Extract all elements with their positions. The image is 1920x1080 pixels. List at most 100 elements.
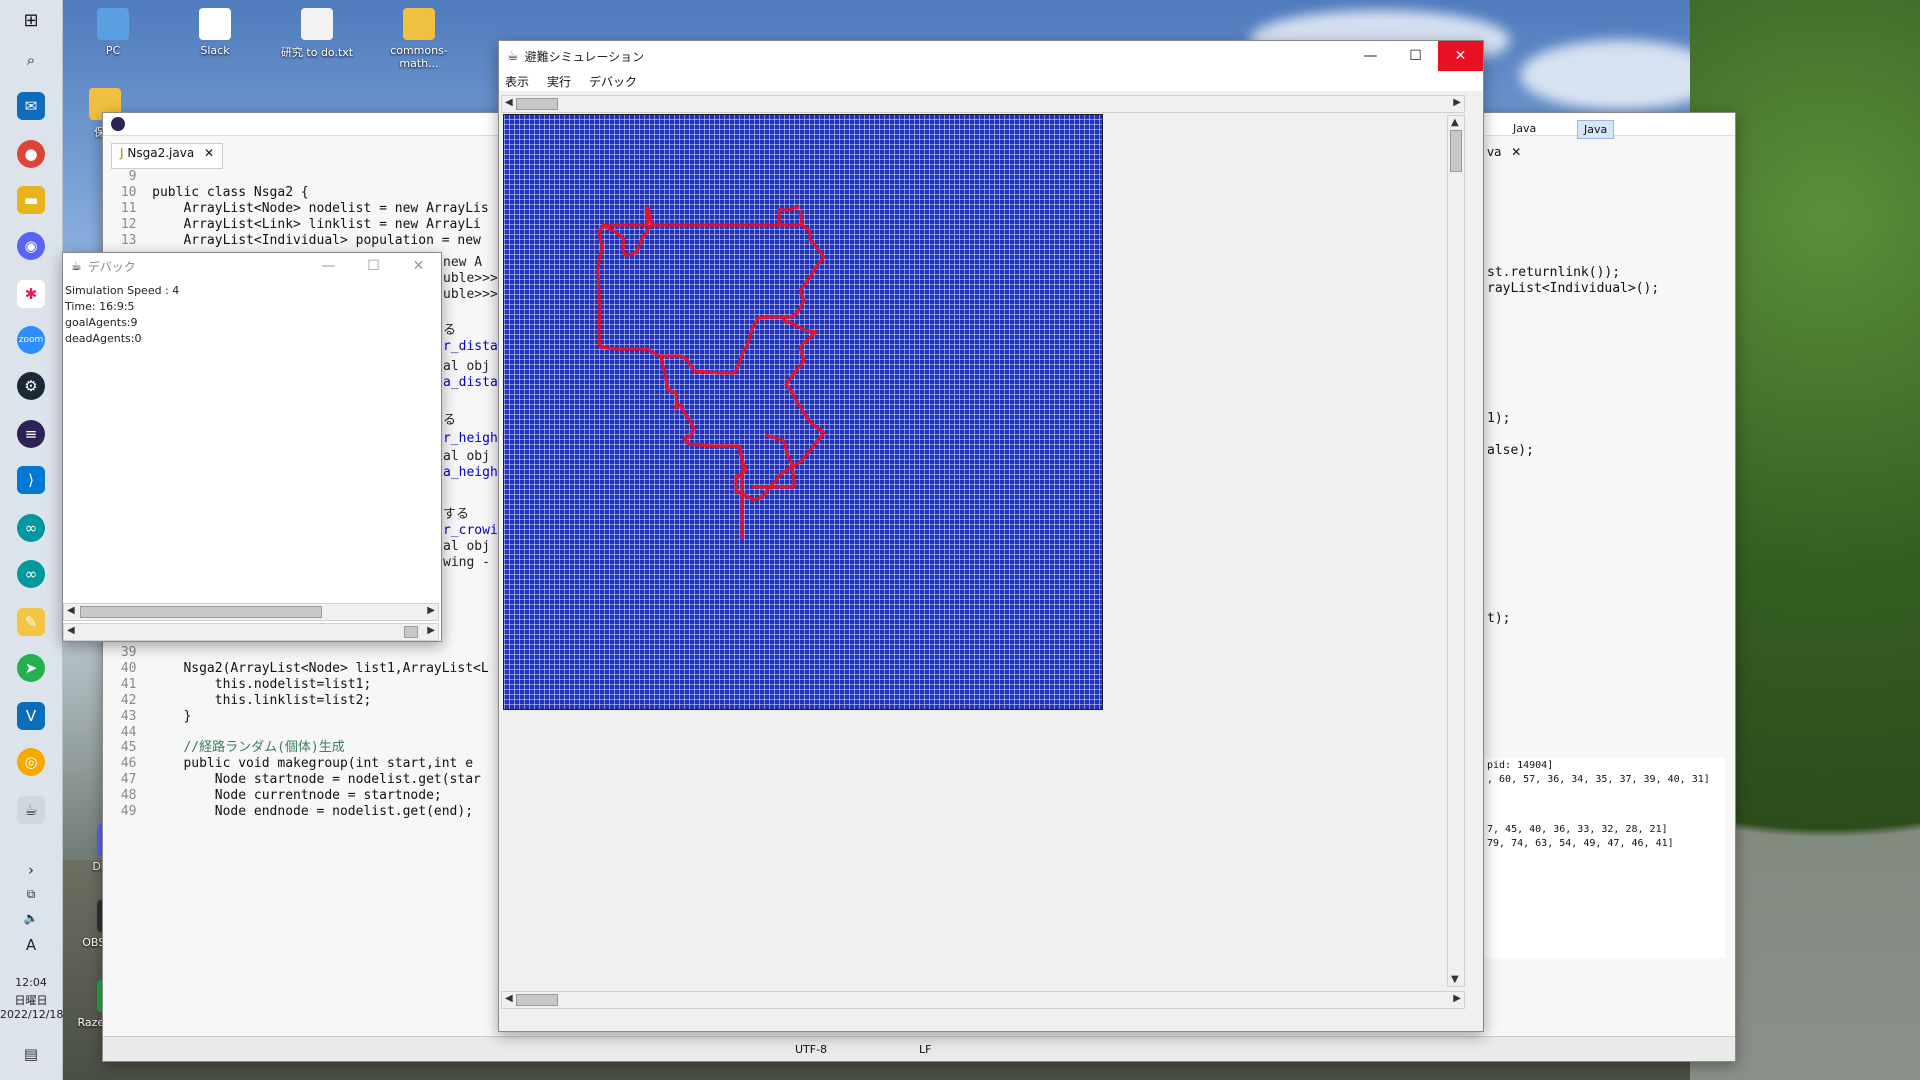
scroll-right-icon[interactable]: ▶ [427, 625, 435, 636]
perspective-java-button[interactable]: Java [1513, 122, 1536, 135]
scroll-right-icon[interactable]: ▶ [427, 605, 435, 616]
steam-icon[interactable]: ⚙ [17, 372, 45, 400]
code-editor-bottom[interactable]: 39 40 Nsga2(ArrayList<Node> list1,ArrayL… [113, 645, 489, 820]
minimize-button[interactable]: — [1348, 41, 1393, 71]
debug-horizontal-scrollbar-2[interactable]: ◀ ▶ [63, 623, 439, 641]
line-number: 42 [113, 692, 153, 708]
eclipse-icon [111, 117, 125, 131]
arduino-icon[interactable]: ∞ [17, 514, 45, 542]
clock-time[interactable]: 12:04 [0, 976, 62, 989]
menu-view[interactable]: 表示 [505, 73, 529, 90]
scroll-thumb[interactable] [80, 606, 322, 618]
debug-info-line: Time: 16:9:5 [65, 300, 135, 313]
close-button[interactable]: ✕ [396, 253, 441, 279]
vrchat-icon[interactable]: V [17, 702, 45, 730]
code-fragment: uble>>> [443, 287, 498, 302]
green-app-icon[interactable]: ➤ [17, 654, 45, 682]
desktop-icon[interactable]: Slack [170, 8, 260, 57]
eclipse-icon[interactable]: ≡ [17, 420, 45, 448]
close-tab-icon[interactable]: ✕ [204, 146, 214, 160]
maximize-button[interactable]: ☐ [1393, 41, 1438, 71]
code-fragment: r_crowi [443, 523, 498, 538]
paint-icon[interactable]: ✎ [17, 608, 45, 636]
vscode-icon[interactable]: ⟩ [17, 466, 45, 494]
code-text: Node startnode = nodelist.get(star [152, 772, 481, 788]
folder-icon[interactable]: ▬ [17, 186, 45, 214]
java-app-icon[interactable]: ☕ [17, 796, 45, 824]
code-line: 41 this.nodelist=list1; [113, 677, 489, 693]
scroll-left-icon[interactable]: ◀ [67, 605, 75, 616]
debug-window-title: デバック [87, 259, 136, 274]
notification-icon[interactable]: ▤ [17, 1040, 45, 1068]
canvas-right-scrollbar[interactable]: ▲ ▼ [1447, 115, 1465, 987]
simulation-grid-map[interactable] [503, 114, 1103, 710]
clock-date[interactable]: 2022/12/18 [0, 1008, 63, 1021]
desktop-icon[interactable]: PC [68, 8, 158, 57]
right-editor-tab[interactable]: va ✕ [1487, 145, 1521, 159]
scroll-up-icon[interactable]: ▲ [1451, 117, 1459, 128]
canvas-bottom-scrollbar[interactable]: ◀ ▶ [501, 991, 1465, 1009]
java-app-icon: ☕ [507, 48, 519, 64]
code-fragment: る [443, 323, 457, 338]
simulation-window[interactable]: ☕ 避難シミュレーション — ☐ ✕ 表示 実行 デバック ◀ ▶ ▲ ▼ ◀ … [498, 40, 1484, 1032]
status-bar: UTF-8 LF [103, 1036, 1735, 1061]
clock-weekday[interactable]: 日曜日 [0, 992, 62, 1008]
ime-indicator[interactable]: A [0, 936, 62, 954]
canvas-top-scrollbar[interactable]: ◀ ▶ [501, 95, 1465, 113]
arduino-alt-icon[interactable]: ∞ [17, 560, 45, 588]
minimize-button[interactable]: — [306, 253, 351, 279]
desktop-icon[interactable]: 研究 to do.txt [272, 8, 362, 60]
status-encoding[interactable]: UTF-8 [795, 1043, 827, 1056]
scroll-left-icon[interactable]: ◀ [505, 993, 513, 1004]
windows-start-icon[interactable]: ⊞ [17, 6, 45, 34]
perspective-java-active-button[interactable]: Java [1577, 120, 1615, 139]
scroll-right-icon[interactable]: ▶ [1453, 97, 1461, 108]
simulation-canvas-area: ◀ ▶ ▲ ▼ ◀ ▶ [501, 95, 1465, 1013]
console-panel: pid: 14904] , 60, 57, 36, 34, 35, 37, 39… [1483, 758, 1725, 958]
line-number: 44 [113, 724, 153, 740]
code-line: 49 Node endnode = nodelist.get(end); [113, 804, 489, 820]
scroll-down-icon[interactable]: ▼ [1451, 974, 1459, 985]
close-button[interactable]: ✕ [1438, 41, 1483, 71]
code-fragment: al obj [443, 449, 490, 464]
status-line-ending[interactable]: LF [919, 1043, 931, 1056]
maximize-button[interactable]: ☐ [351, 253, 396, 279]
desktop-icon-image [403, 8, 435, 40]
volume-icon[interactable]: 🔈 [17, 904, 45, 932]
mail-icon[interactable]: ✉ [17, 92, 45, 120]
zoom-icon[interactable]: zoom [17, 326, 45, 354]
scroll-thumb[interactable] [516, 994, 558, 1006]
desktop-icon-image [97, 8, 129, 40]
close-tab-icon[interactable]: ✕ [1511, 145, 1521, 159]
simulation-window-title: 避難シミュレーション [524, 49, 645, 64]
code-line: 42 this.linklist=list2; [113, 693, 489, 709]
desktop-icon[interactable]: commons-math... [374, 8, 464, 70]
line-number: 11 [113, 200, 153, 216]
taskbar: ⊞ ⌕ ✉ ● ▬ ◉ ✱ zoom ⚙ ≡ ⟩ ∞ ∞ ✎ ➤ V ◎ ☕ ›… [0, 0, 63, 1080]
debug-horizontal-scrollbar[interactable]: ◀ ▶ [63, 603, 439, 621]
discord-icon[interactable]: ◉ [17, 232, 45, 260]
menu-debug[interactable]: デバック [589, 73, 637, 90]
chat-app-icon[interactable]: ◎ [17, 748, 45, 776]
code-text: this.linklist=list2; [152, 692, 372, 708]
line-number: 49 [113, 804, 153, 820]
line-number: 13 [113, 232, 153, 248]
evacuation-route [752, 433, 796, 489]
console-line: 7, 45, 40, 36, 33, 32, 28, 21] [1487, 824, 1668, 835]
evacuation-route-paths [596, 205, 826, 540]
scroll-thumb[interactable] [516, 98, 558, 110]
scroll-left-icon[interactable]: ◀ [67, 625, 75, 636]
chrome-icon[interactable]: ● [17, 140, 45, 168]
editor-tab[interactable]: J Nsga2.java ✕ [111, 143, 224, 169]
code-text: public void makegroup(int start,int e [152, 756, 474, 772]
menu-run[interactable]: 実行 [547, 73, 571, 90]
search-icon[interactable]: ⌕ [17, 46, 45, 74]
scroll-thumb[interactable] [1450, 130, 1462, 172]
debug-window[interactable]: ☕ デバック — ☐ ✕ Simulation Speed : 4 Time: 1… [62, 252, 442, 642]
code-editor-top[interactable]: 9 10 public class Nsga2 { 11 ArrayList<N… [113, 169, 489, 249]
scroll-right-icon[interactable]: ▶ [1453, 993, 1461, 1004]
evacuation-route [777, 205, 804, 227]
slack-icon[interactable]: ✱ [17, 280, 45, 308]
scroll-thumb[interactable] [404, 626, 418, 638]
scroll-left-icon[interactable]: ◀ [505, 97, 513, 108]
